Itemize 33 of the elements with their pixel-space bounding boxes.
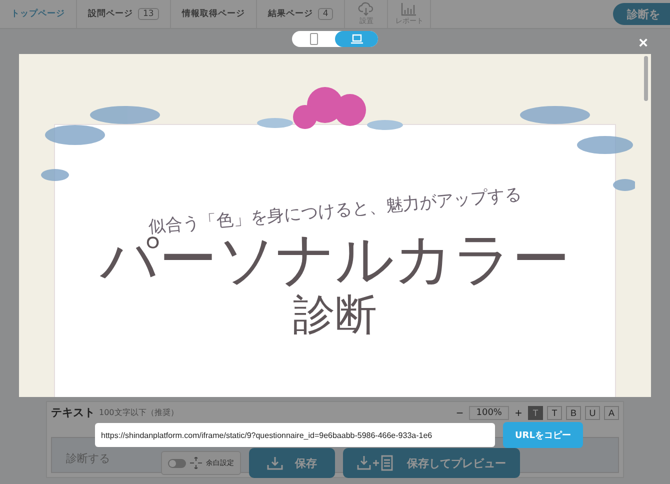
laptop-icon	[350, 34, 362, 44]
phone-icon	[310, 33, 318, 45]
format-button[interactable]: U	[585, 406, 600, 420]
count-badge: 13	[138, 8, 159, 20]
cloud-download-icon	[358, 2, 374, 16]
close-button[interactable]: ×	[638, 36, 648, 52]
move-arrows-icon	[190, 457, 202, 469]
preview-subtitle: 似合う「色」を身につけると、魅力がアップする	[148, 184, 522, 238]
save-preview-button[interactable]: 保存してプレビュー	[343, 448, 520, 478]
count-badge: 4	[318, 8, 334, 20]
copy-url-button[interactable]: URLをコピー	[503, 422, 583, 448]
nav-tab[interactable]: 情報取得ページ	[170, 0, 257, 28]
format-button[interactable]: T	[547, 406, 562, 420]
download-icon	[267, 456, 283, 470]
zoom-field[interactable]: 100%	[469, 406, 509, 420]
device-option[interactable]	[335, 31, 378, 47]
preview-title: 診断	[293, 292, 377, 338]
save-button[interactable]: 保存	[249, 448, 335, 478]
zoom-in-button[interactable]: +	[512, 406, 524, 420]
bar-chart-icon	[401, 2, 418, 16]
url-field[interactable]: https://shindanplatform.com/iframe/static/9?questionnaire_id=9e6baabb-5986-466e-933a-1e6	[95, 423, 495, 447]
start-diagnosis-button[interactable]: 診断を	[613, 3, 670, 25]
toggle-switch[interactable]	[168, 458, 186, 468]
zoom-out-button[interactable]: −	[454, 406, 466, 420]
field-label: テキスト	[51, 405, 95, 420]
nav-tab[interactable]: 結果ページ 4	[256, 0, 346, 28]
field-hint: 100文字以下（推奨）	[99, 407, 178, 418]
nav-tab[interactable]: トップページ	[0, 0, 77, 28]
format-button[interactable]: B	[566, 406, 581, 420]
nav-tab[interactable]: 設問ページ 13	[77, 0, 171, 28]
format-button[interactable]: T	[528, 406, 543, 420]
format-button[interactable]: A	[604, 406, 619, 420]
download-document-icon	[357, 455, 395, 471]
